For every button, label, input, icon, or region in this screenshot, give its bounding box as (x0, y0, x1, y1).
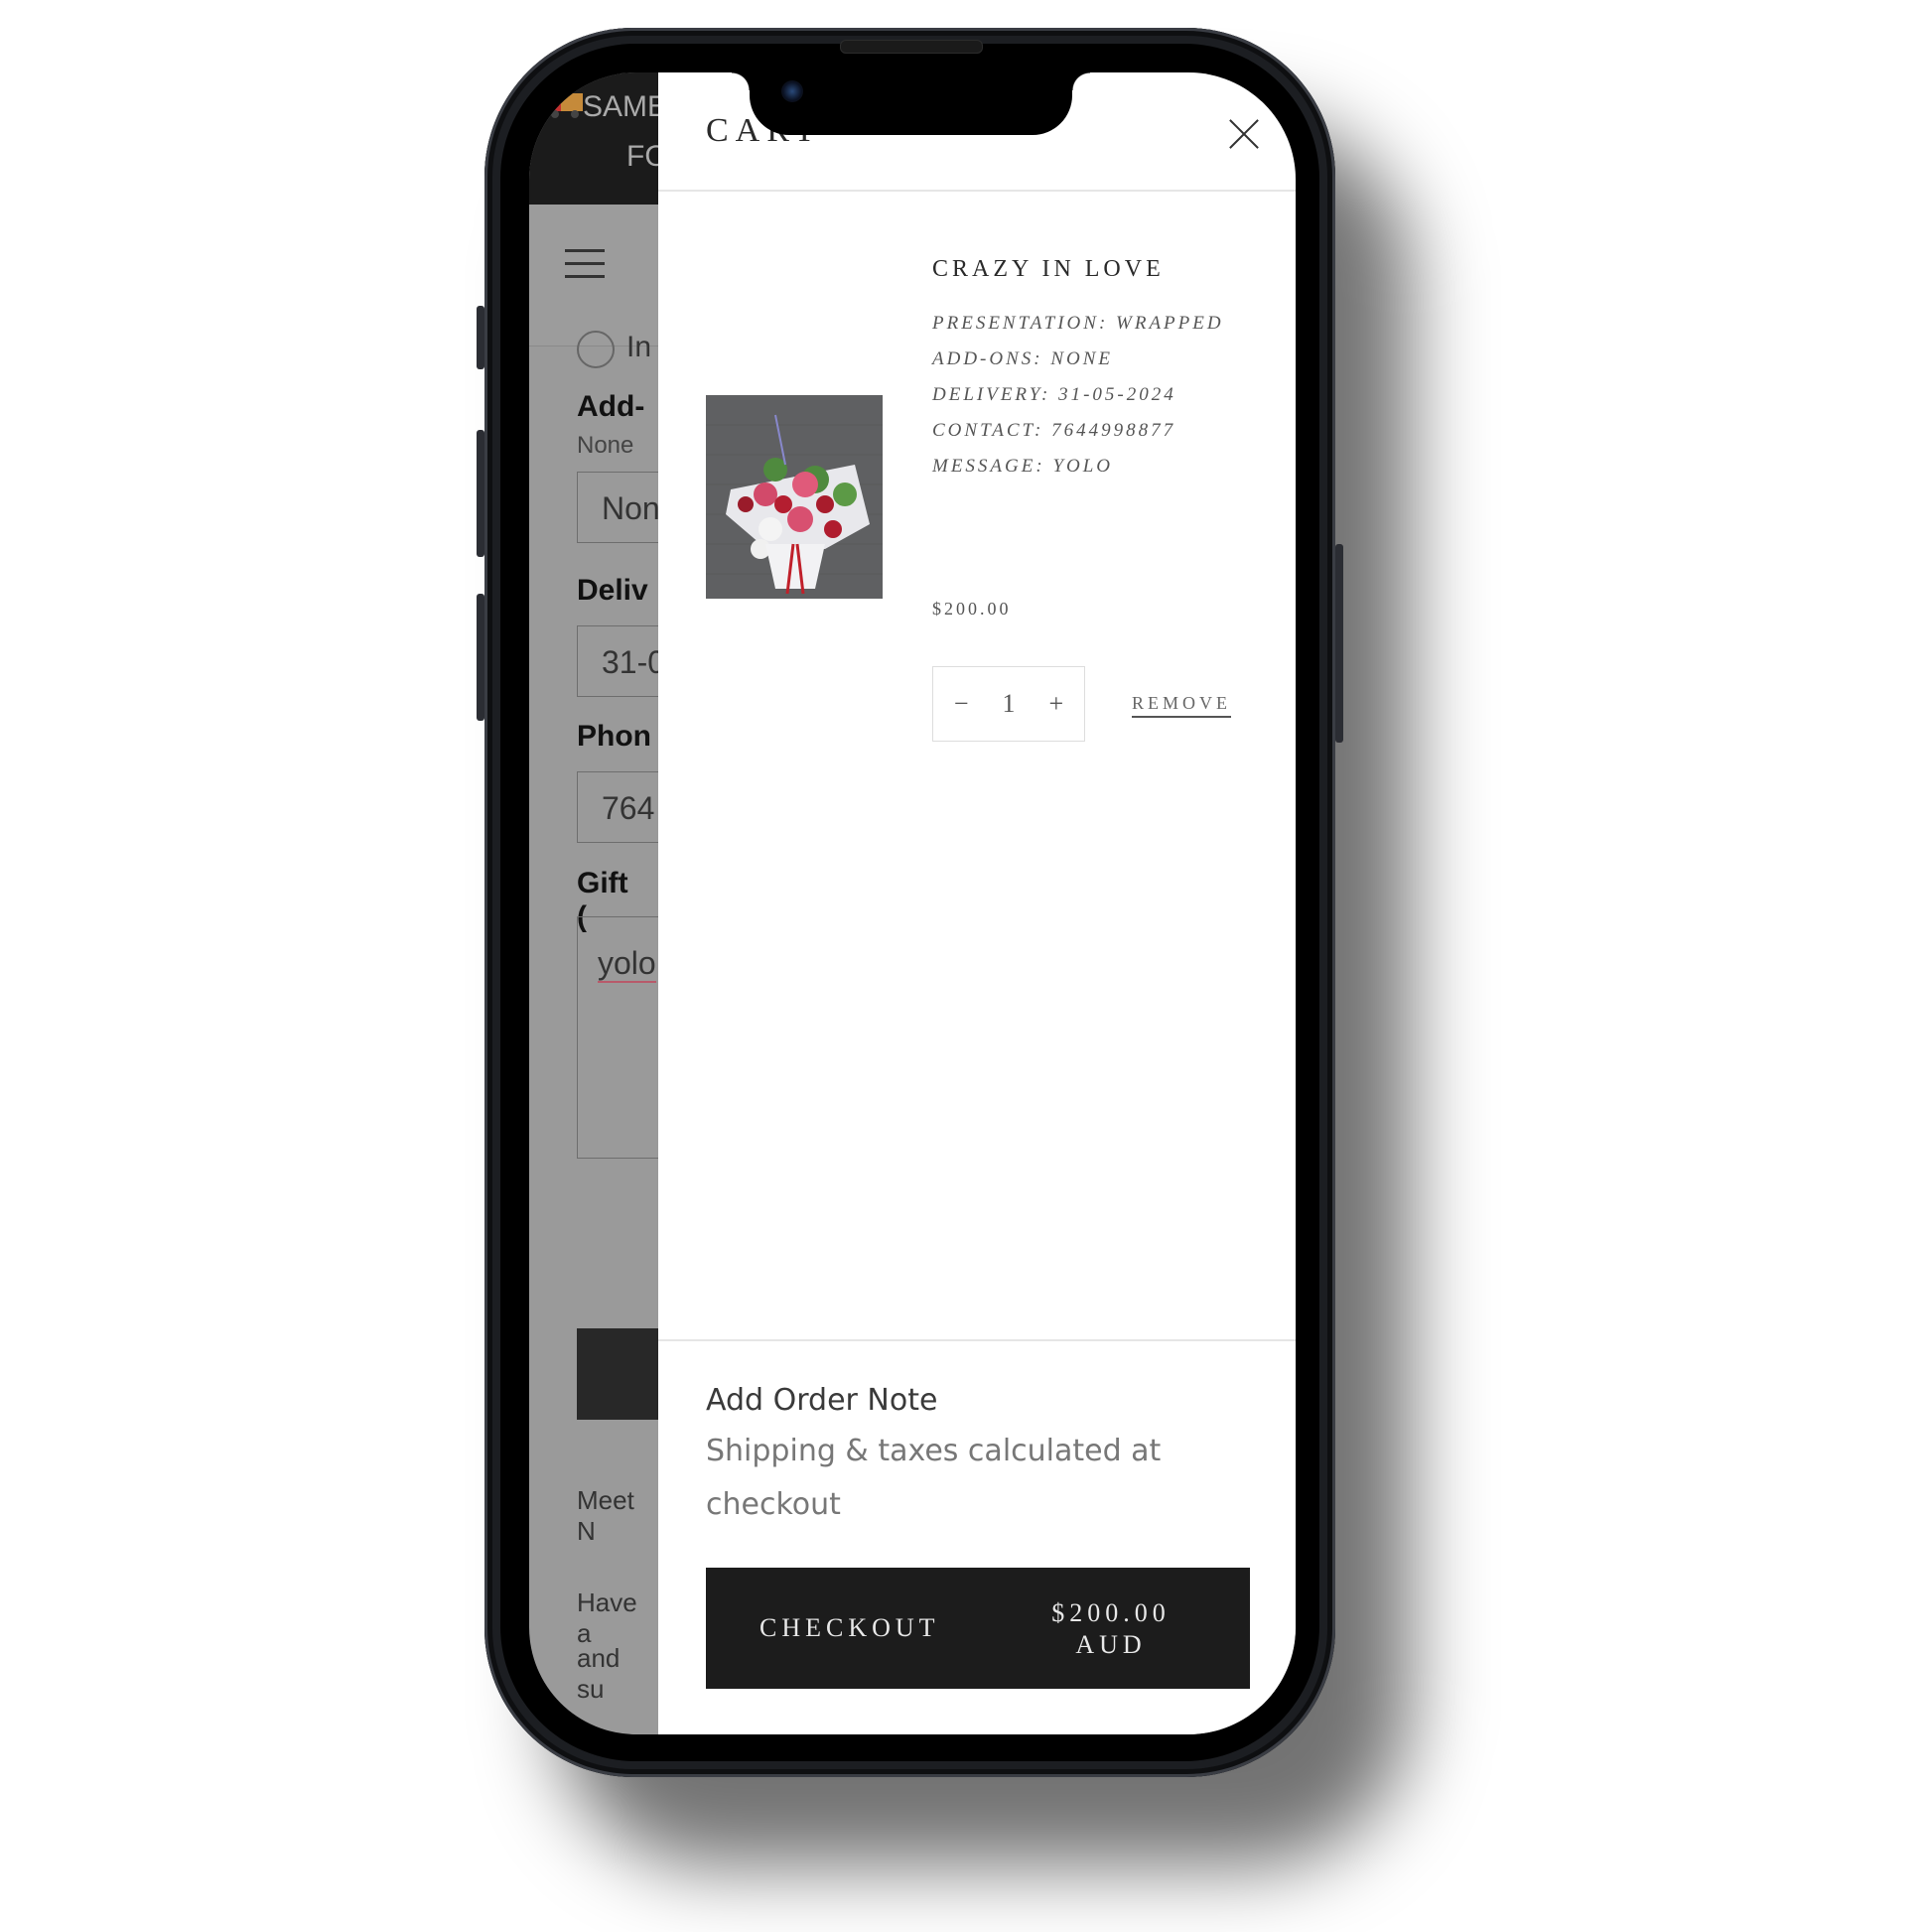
gift-message-value: yolo (598, 945, 656, 983)
property-addons: ADD-ONS: NONE (932, 348, 1114, 369)
header-divider (658, 190, 1296, 192)
product-name[interactable]: CRAZY IN LOVE (932, 256, 1165, 283)
cart-drawer: CART CRAZY IN LOVE PRESENTATION: WRAPPED… (658, 72, 1296, 1734)
increment-button[interactable]: + (1041, 689, 1071, 719)
property-presentation: PRESENTATION: WRAPPED (932, 313, 1224, 334)
property-message: MESSAGE: YOLO (932, 456, 1114, 477)
front-camera-icon (781, 80, 803, 102)
checkout-total: $200.00 AUD (1051, 1598, 1171, 1659)
footer-text: Have a (577, 1587, 637, 1648)
phone-speaker (840, 40, 983, 54)
footer-text: and su (577, 1643, 621, 1704)
bouquet-image (706, 395, 883, 599)
footer-text: Meet N (577, 1485, 634, 1546)
radio-label: In (626, 331, 652, 363)
power-button (1335, 544, 1343, 743)
phone-notch (732, 72, 1090, 135)
delivery-truck-icon (549, 93, 583, 119)
checkout-label: CHECKOUT (759, 1613, 940, 1642)
volume-down-button (477, 594, 484, 721)
remove-link[interactable]: REMOVE (1132, 693, 1231, 718)
product-price: $200.00 (932, 599, 1012, 619)
quantity-value[interactable]: 1 (1002, 689, 1015, 719)
phone-screen: SAME FO In Add- None Non Deliv 31-0 Phon… (529, 72, 1296, 1734)
checkout-button[interactable]: CHECKOUT $200.00 AUD (706, 1568, 1250, 1689)
silent-switch (477, 306, 484, 369)
property-contact: CONTACT: 7644998877 (932, 420, 1176, 441)
product-thumbnail[interactable] (706, 395, 883, 599)
radio-option[interactable] (577, 331, 615, 368)
delivery-label: Deliv (577, 574, 648, 607)
hamburger-menu-icon[interactable] (565, 249, 605, 279)
quantity-stepper: − 1 + (932, 666, 1085, 742)
phone-label: Phon (577, 720, 651, 753)
volume-up-button (477, 430, 484, 557)
decrement-button[interactable]: − (946, 689, 976, 719)
banner-text: SAME (583, 90, 668, 123)
close-icon[interactable] (1226, 116, 1262, 152)
footer-divider (658, 1339, 1296, 1341)
add-order-note-link[interactable]: Add Order Note (706, 1383, 937, 1418)
phone-frame: SAME FO In Add- None Non Deliv 31-0 Phon… (477, 28, 1343, 1777)
property-delivery: DELIVERY: 31-05-2024 (932, 384, 1176, 405)
product-properties: PRESENTATION: WRAPPED ADD-ONS: NONE DELI… (932, 306, 1230, 484)
addons-sublabel: None (577, 432, 634, 459)
addons-label: Add- (577, 390, 645, 423)
shipping-note: Shipping & taxes calculated at checkout (706, 1434, 1162, 1522)
